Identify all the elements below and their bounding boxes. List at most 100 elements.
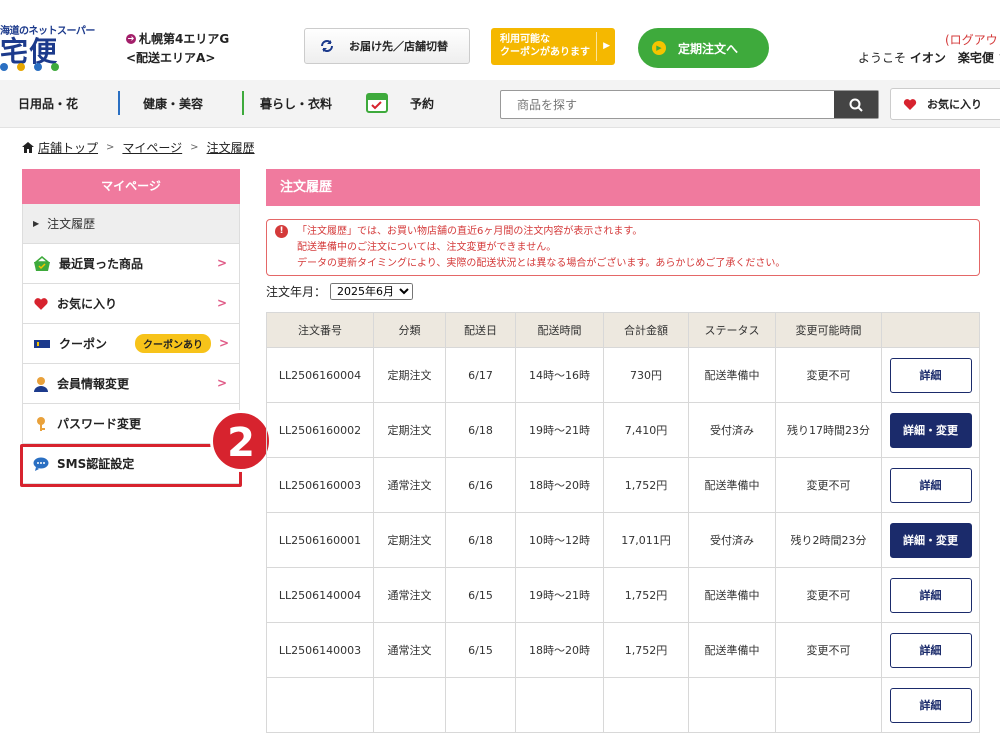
triangle-right-icon: ▶ [603,41,610,51]
col-order-no: 注文番号 [266,312,374,348]
cell-change: 残り2時間23分 [775,512,882,568]
year-month-filter: 注文年月： 2025年6月 [266,283,414,300]
detail-button[interactable]: 詳細 [889,467,972,503]
cell-type: 通常注文 [373,567,446,623]
detail-button[interactable]: 詳細 [889,632,972,668]
subscription-order-button[interactable]: ▶ 定期注文へ [638,28,769,68]
table-row: LL2506160002 定期注文 6/18 19時～21時 7,410円 受付済み 残り1… [266,402,980,458]
cell-total: 730円 [603,347,689,403]
cell-change [775,677,882,733]
cell-action: 詳細・変更 [881,402,980,458]
breadcrumb-store-top[interactable]: 店舗トップ [38,139,98,156]
table-header-row: 注文番号 分類 配送日 配送時間 合計金額 ステータス 変更可能時間 [266,312,980,348]
cell-date: 6/18 [445,512,516,568]
cell-action: 詳細 [881,622,980,678]
exclamation-icon: ! [275,225,288,238]
table-row: LL2506160001 定期注文 6/18 10時～12時 17,011円 受付済み 残り… [266,512,980,568]
cell-time: 10時～12時 [515,512,604,568]
breadcrumb-order-history[interactable]: 注文履歴 [207,139,255,156]
year-month-select[interactable]: 2025年6月 [330,283,414,300]
cell-total: 1,752円 [603,567,689,623]
chevron-right-icon: > [216,376,227,390]
cell-date: 6/15 [445,567,516,623]
search-input[interactable] [501,91,835,118]
nav-item-daily-goods[interactable]: 日用品・花 [18,95,78,112]
search-button[interactable] [834,91,878,118]
nav-item-health-beauty[interactable]: 健康・美容 [143,95,203,112]
cell-total: 17,011円 [603,512,689,568]
cell-status [688,677,776,733]
sidebar-item-favorites[interactable]: お気に入り > [22,284,240,324]
col-date: 配送日 [445,312,516,348]
detail-button[interactable]: 詳細 [889,357,972,393]
sidebar-item-order-history[interactable]: ▶ 注文履歴 [22,204,240,244]
order-history-table: 注文番号 分類 配送日 配送時間 合計金額 ステータス 変更可能時間 LL250… [266,312,980,733]
table-row: LL2506160004 定期注文 6/17 14時～16時 730円 配送準備中 変更不可… [266,347,980,403]
cell-status: 配送準備中 [688,347,776,403]
cell-no: LL2506160002 [266,402,374,458]
cell-date [445,677,516,733]
cell-no: LL2506160001 [266,512,374,568]
cell-status: 配送準備中 [688,567,776,623]
change-destination-button[interactable]: お届け先／店舗切替 [304,28,470,64]
cell-action: 詳細 [881,457,980,513]
cell-total: 1,752円 [603,622,689,678]
home-icon [22,142,34,153]
nav-item-reservation[interactable]: 予約 [410,95,434,112]
nav-item-living-clothing[interactable]: 暮らし・衣料 [260,95,332,112]
table-row: LL2506140004 通常注文 6/15 19時～21時 1,752円 配送準備中 変更… [266,567,980,623]
cell-type: 定期注文 [373,347,446,403]
breadcrumb: 店舗トップ > マイページ > 注文履歴 [22,139,255,156]
detail-change-button[interactable]: 詳細・変更 [889,522,972,558]
detail-button[interactable]: 詳細 [889,687,972,723]
ticket-icon [34,339,50,348]
search-box [500,90,879,119]
sidebar-item-coupon[interactable]: クーポン クーポンあり > [22,324,240,364]
search-icon [849,98,863,112]
sidebar-item-password[interactable]: パスワード変更 [22,404,240,444]
detail-button[interactable]: 詳細 [889,577,972,613]
cell-date: 6/15 [445,622,516,678]
coupon-badge: クーポンあり [135,334,212,353]
heart-icon [903,98,917,110]
cell-change: 変更不可 [775,567,882,623]
cell-type: 定期注文 [373,512,446,568]
col-action [881,312,980,348]
play-icon: ▶ [652,41,666,55]
cell-no: LL2506160003 [266,457,374,513]
cell-action: 詳細 [881,567,980,623]
welcome-text: ようこそ イオン 楽宅便 さ [858,51,1000,65]
breadcrumb-mypage[interactable]: マイページ [122,139,182,156]
logout-link[interactable]: (ログアウト [945,31,1000,48]
cell-time: 14時～16時 [515,347,604,403]
cell-time: 19時～21時 [515,567,604,623]
cell-type: 通常注文 [373,457,446,513]
sidebar-item-member-info[interactable]: 会員情報変更 > [22,364,240,404]
cell-status: 受付済み [688,512,776,568]
notice-box: ! 「注文履歴」では、お買い物店舗の直近6ヶ月間の注文内容が表示されます。 配送… [266,219,980,276]
cell-date: 6/16 [445,457,516,513]
arrow-right-icon: ➔ [126,33,136,44]
area-name: ➔ 札幌第4エリアG [126,32,230,46]
cell-total: 1,752円 [603,457,689,513]
coupon-available-button[interactable]: 利用可能な クーポンがあります ▶ [491,28,615,65]
cell-time: 18時～20時 [515,622,604,678]
chevron-right-icon: > [218,336,229,350]
favorites-button[interactable]: お気に入り [890,88,1000,120]
cell-time [515,677,604,733]
cell-type: 通常注文 [373,622,446,678]
cell-action: 詳細・変更 [881,512,980,568]
cell-change: 変更不可 [775,347,882,403]
page-title: 注文履歴 [266,169,980,206]
sidebar-item-recent-purchases[interactable]: 最近買った商品 > [22,244,240,284]
chevron-right-icon: > [216,256,227,270]
col-total: 合計金額 [603,312,689,348]
table-row: 詳細 [266,677,980,733]
chevron-right-icon: > [216,296,227,310]
refresh-icon [321,40,333,52]
cell-type: 定期注文 [373,402,446,458]
cell-type [373,677,446,733]
detail-change-button[interactable]: 詳細・変更 [889,412,972,448]
cell-no: LL2506140003 [266,622,374,678]
triangle-right-icon: ▶ [33,219,40,228]
